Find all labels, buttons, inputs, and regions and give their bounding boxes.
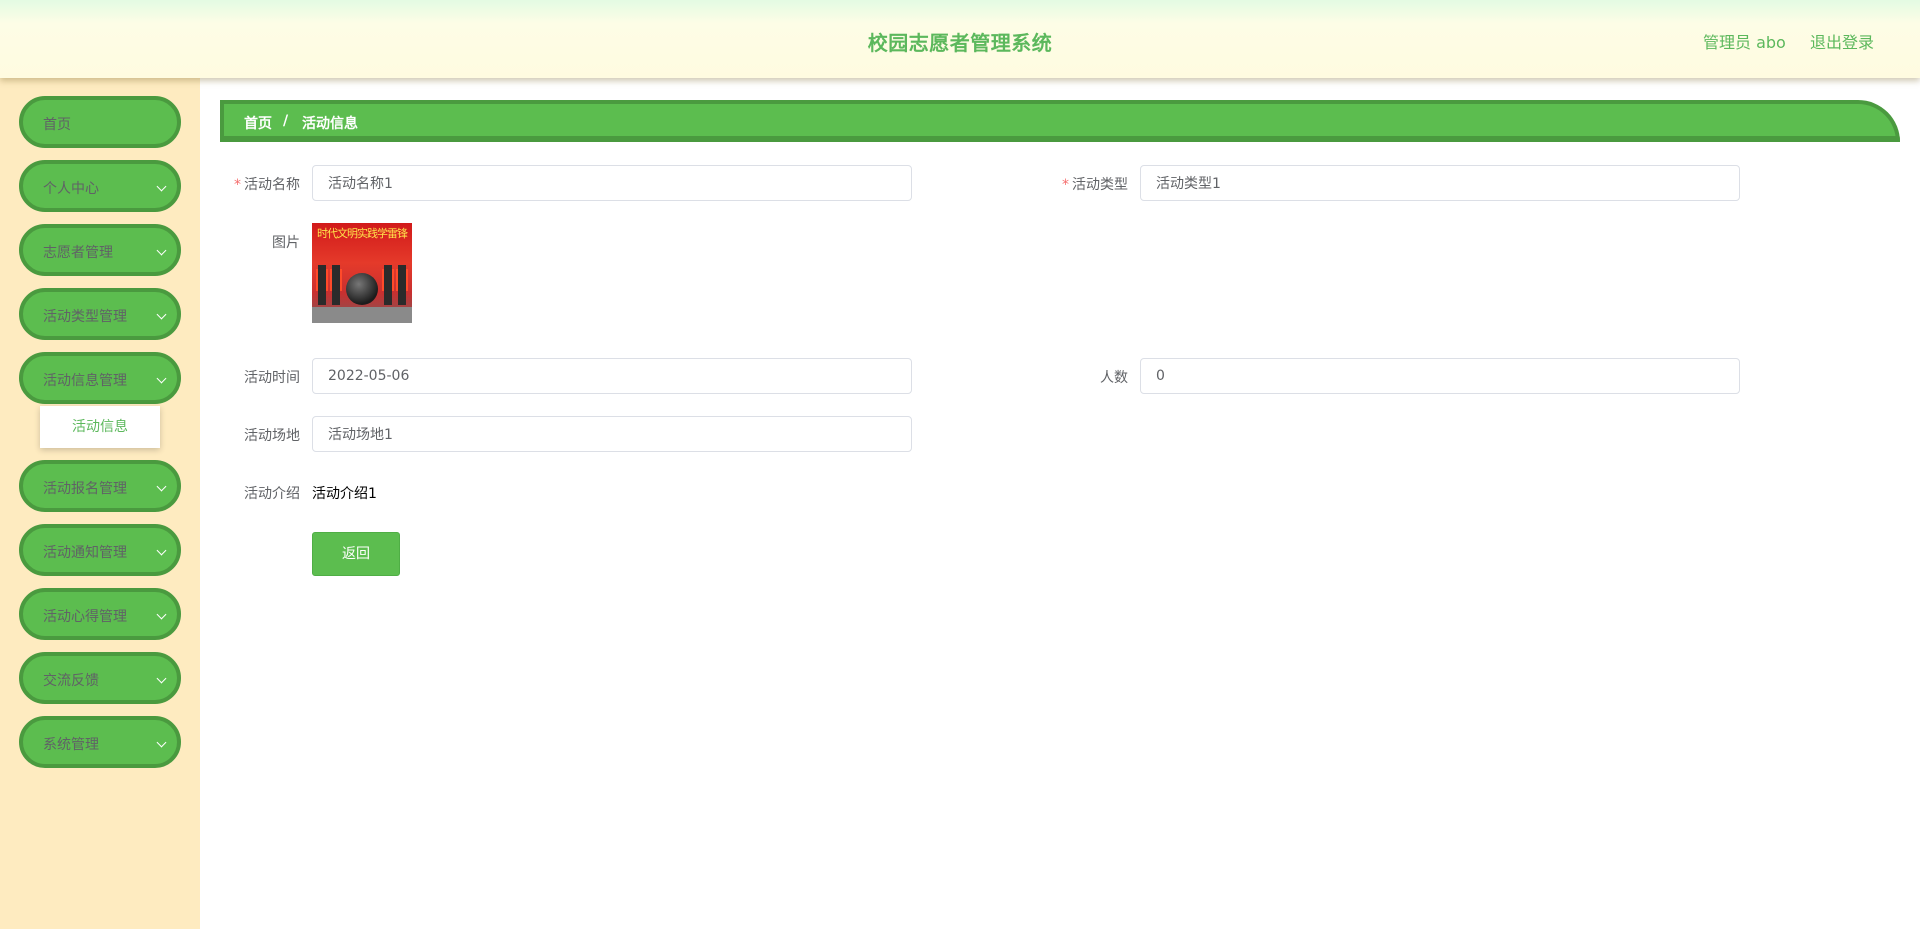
- required-mark: *: [1062, 177, 1069, 193]
- activity-time-input[interactable]: [312, 358, 912, 394]
- chevron-down-icon: [156, 673, 167, 684]
- intro-label: 活动介绍: [244, 486, 300, 502]
- activity-picture[interactable]: 时代文明实践学雷锋: [312, 223, 412, 323]
- activity-time-label: 活动时间: [244, 370, 300, 386]
- sidebar-item-label: 志愿者管理: [43, 245, 113, 261]
- sidebar-item-activity-notice-management[interactable]: 活动通知管理: [19, 524, 181, 576]
- required-mark: *: [234, 177, 241, 193]
- current-user: 管理员 abo: [1703, 33, 1786, 52]
- picture-label: 图片: [272, 235, 300, 251]
- chevron-down-icon: [156, 309, 167, 320]
- breadcrumb: 首页 / 活动信息: [220, 100, 1900, 142]
- people-count-input[interactable]: [1140, 358, 1740, 394]
- sidebar-item-activity-signup-management[interactable]: 活动报名管理: [19, 460, 181, 512]
- submenu-item-activity-info[interactable]: 活动信息: [40, 406, 160, 448]
- sidebar-item-label: 交流反馈: [43, 673, 99, 689]
- sidebar-item-home[interactable]: 首页: [19, 96, 181, 148]
- sidebar-item-personal-center[interactable]: 个人中心: [19, 160, 181, 212]
- chevron-down-icon: [156, 737, 167, 748]
- sidebar-item-label: 系统管理: [43, 737, 99, 753]
- sidebar-item-label: 活动心得管理: [43, 609, 127, 625]
- chevron-down-icon: [156, 181, 167, 192]
- chevron-down-icon: [156, 245, 167, 256]
- activity-name-input[interactable]: [312, 165, 912, 201]
- sidebar-item-label: 活动信息管理: [43, 373, 127, 389]
- activity-name-label: * 活动名称: [234, 174, 300, 194]
- activity-type-input[interactable]: [1140, 165, 1740, 201]
- person-figure: [384, 265, 392, 305]
- sidebar: 首页 个人中心 志愿者管理 活动类型管理 活动信息管理 活动报名管理 活动通知管…: [0, 78, 200, 929]
- intro-value: 活动介绍1: [312, 486, 377, 502]
- activity-name-label-text: 活动名称: [244, 177, 300, 193]
- sidebar-item-volunteer-management[interactable]: 志愿者管理: [19, 224, 181, 276]
- person-figure: [318, 265, 326, 305]
- breadcrumb-current: 活动信息: [302, 116, 358, 132]
- top-header: 校园志愿者管理系统 管理员 abo 退出登录: [0, 0, 1920, 78]
- chevron-down-icon: [156, 545, 167, 556]
- logout-link[interactable]: 退出登录: [1810, 29, 1874, 53]
- app-title: 校园志愿者管理系统: [867, 31, 1053, 55]
- sidebar-item-feedback[interactable]: 交流反馈: [19, 652, 181, 704]
- sidebar-item-activity-experience-management[interactable]: 活动心得管理: [19, 588, 181, 640]
- sidebar-item-system-management[interactable]: 系统管理: [19, 716, 181, 768]
- person-figure: [332, 265, 340, 305]
- sidebar-item-label: 活动报名管理: [43, 481, 127, 497]
- sidebar-item-activity-info-management[interactable]: 活动信息管理: [19, 352, 181, 404]
- back-button[interactable]: 返回: [312, 532, 400, 576]
- activity-type-label: * 活动类型: [1062, 174, 1128, 194]
- breadcrumb-home[interactable]: 首页: [244, 113, 272, 133]
- picture-ball: [346, 273, 378, 305]
- venue-input[interactable]: [312, 416, 912, 452]
- sidebar-item-label: 活动类型管理: [43, 309, 127, 325]
- people-count-label: 人数: [1100, 370, 1128, 386]
- chevron-down-icon: [156, 609, 167, 620]
- sidebar-item-label: 首页: [43, 117, 71, 133]
- picture-banner-text: 时代文明实践学雷锋: [317, 227, 408, 240]
- venue-label: 活动场地: [244, 428, 300, 444]
- chevron-down-icon: [156, 373, 167, 384]
- picture-floor: [312, 307, 412, 323]
- sidebar-item-activity-type-management[interactable]: 活动类型管理: [19, 288, 181, 340]
- person-figure: [398, 265, 406, 305]
- sidebar-item-label: 个人中心: [43, 181, 99, 197]
- sidebar-item-label: 活动通知管理: [43, 545, 127, 561]
- breadcrumb-separator: /: [283, 113, 289, 129]
- activity-type-label-text: 活动类型: [1072, 177, 1128, 193]
- chevron-down-icon: [156, 481, 167, 492]
